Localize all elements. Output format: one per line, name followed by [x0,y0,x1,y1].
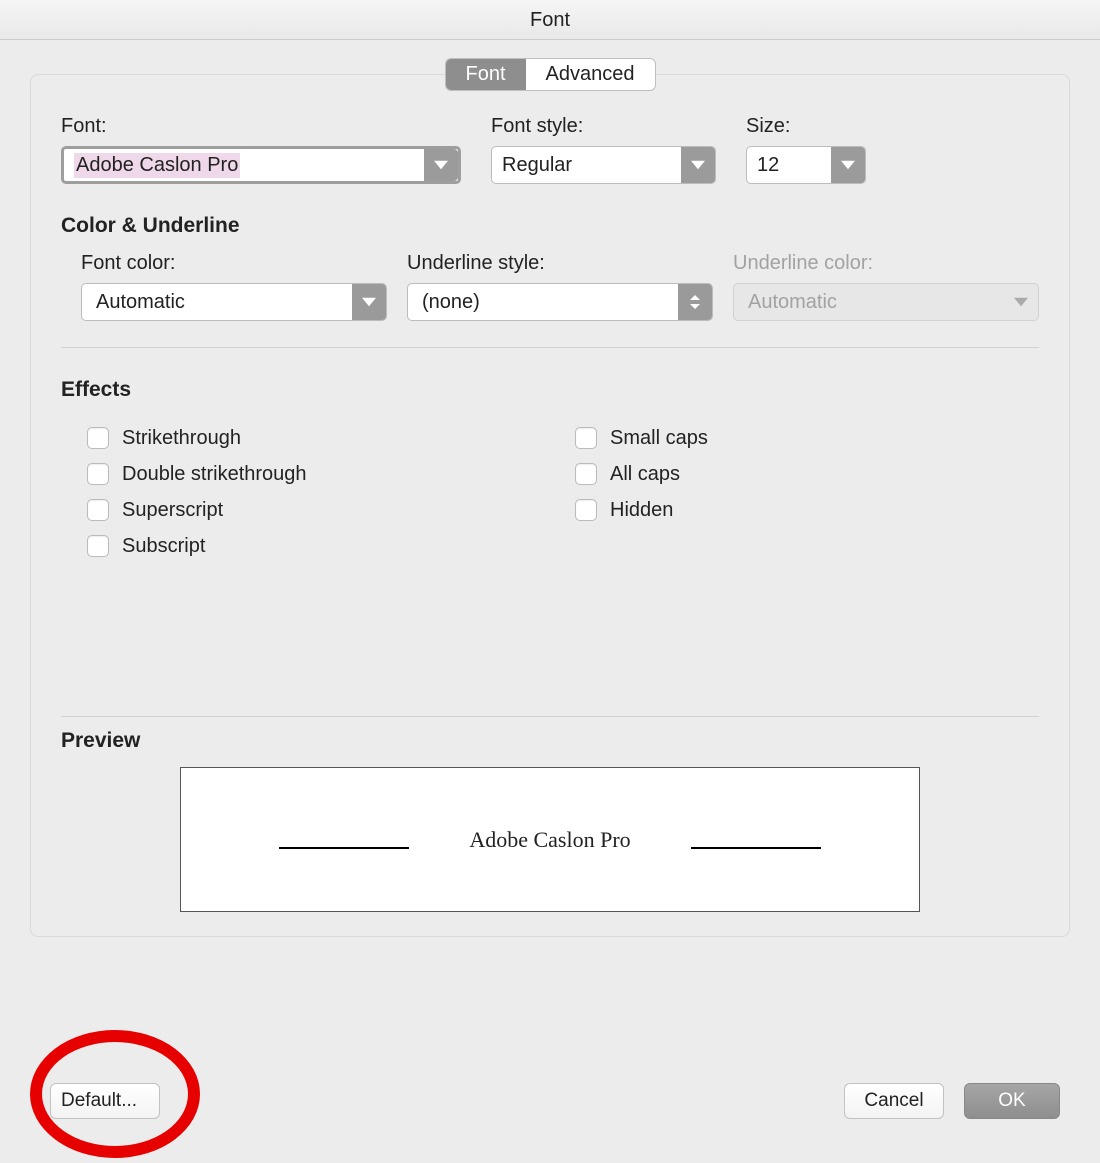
underline-style-label: Underline style: [407,252,713,275]
effect-double-strikethrough[interactable]: Double strikethrough [83,460,551,488]
checkbox-label: Subscript [122,535,205,558]
ok-button[interactable]: OK [964,1083,1060,1119]
checkbox-label: Superscript [122,499,223,522]
checkbox[interactable] [87,463,109,485]
preview-heading: Preview [61,729,1039,753]
underline-color-select: Automatic [733,283,1039,321]
cancel-button[interactable]: Cancel [844,1083,944,1119]
chevron-down-icon[interactable] [352,284,386,320]
stepper-icon[interactable] [678,284,712,320]
font-style-combo[interactable]: Regular [491,146,716,184]
chevron-down-icon[interactable] [424,149,458,181]
dialog-footer: Default... Cancel OK [0,1073,1100,1163]
checkbox-label: All caps [610,463,680,486]
checkbox[interactable] [575,427,597,449]
font-style-value: Regular [502,154,572,177]
effect-subscript[interactable]: Subscript [83,532,551,560]
chevron-down-icon[interactable] [681,147,715,183]
checkbox-label: Double strikethrough [122,463,307,486]
underline-style-select[interactable]: (none) [407,283,713,321]
font-color-label: Font color: [81,252,387,275]
preview-rule [279,847,409,849]
checkbox-label: Strikethrough [122,427,241,450]
size-combo[interactable]: 12 [746,146,866,184]
effect-small-caps[interactable]: Small caps [571,424,1039,452]
underline-color-label: Underline color: [733,252,1039,275]
chevron-down-icon [1004,284,1038,320]
font-color-select[interactable]: Automatic [81,283,387,321]
size-value: 12 [757,154,779,177]
checkbox-label: Small caps [610,427,708,450]
checkbox[interactable] [87,499,109,521]
preview-sample-text: Adobe Caslon Pro [469,827,630,853]
font-combo[interactable]: Adobe Caslon Pro [61,146,461,184]
window-title: Font [0,0,1100,40]
underline-style-value: (none) [422,291,480,314]
divider [61,347,1039,348]
checkbox[interactable] [87,535,109,557]
checkbox-label: Hidden [610,499,673,522]
chevron-down-icon[interactable] [831,147,865,183]
color-underline-heading: Color & Underline [61,214,1039,238]
font-value: Adobe Caslon Pro [74,153,240,178]
font-label: Font: [61,115,461,138]
checkbox[interactable] [575,463,597,485]
effect-all-caps[interactable]: All caps [571,460,1039,488]
font-style-label: Font style: [491,115,716,138]
effect-superscript[interactable]: Superscript [83,496,551,524]
font-panel: Font: Adobe Caslon Pro Font style: Regul… [30,74,1070,937]
underline-color-value: Automatic [748,291,837,314]
preview-rule [691,847,821,849]
tab-advanced[interactable]: Advanced [526,59,655,90]
tab-group: Font Advanced [445,58,656,91]
effect-strikethrough[interactable]: Strikethrough [83,424,551,452]
checkbox[interactable] [575,499,597,521]
default-button[interactable]: Default... [50,1083,160,1119]
effect-hidden[interactable]: Hidden [571,496,1039,524]
checkbox[interactable] [87,427,109,449]
tab-font[interactable]: Font [446,59,526,90]
divider [61,716,1039,717]
effects-heading: Effects [61,378,1039,402]
size-label: Size: [746,115,1039,138]
font-color-value: Automatic [96,291,185,314]
preview-box: Adobe Caslon Pro [180,767,920,912]
